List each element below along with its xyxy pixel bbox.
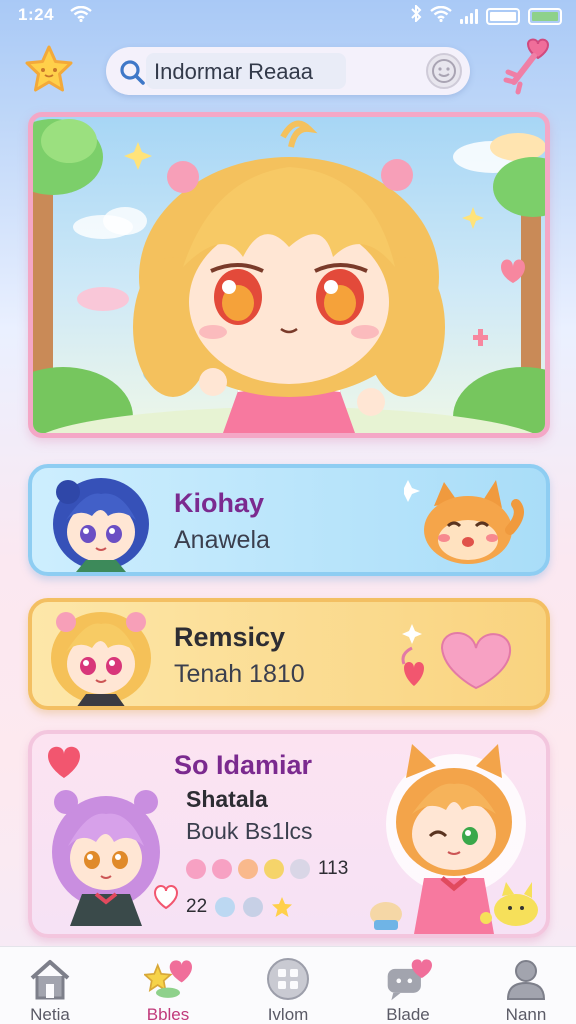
card-title: Kiohay <box>174 488 265 518</box>
nav-label: Netia <box>30 1005 70 1024</box>
emoji-stat-row: 113 <box>186 858 348 880</box>
signal-icon <box>460 8 478 24</box>
star-heart-icon <box>144 957 192 1001</box>
search-input[interactable] <box>154 59 434 85</box>
character-card-so-idamiar[interactable]: So Idamiar Shatala Bouk Bs1lcs 113 22 <box>28 730 550 938</box>
person-icon <box>502 957 550 1001</box>
nav-item-bbles[interactable]: Bbles <box>120 947 216 1024</box>
heart-hands-icon <box>401 624 512 690</box>
emoji-icon <box>264 859 284 879</box>
stat-count: 113 <box>318 858 349 879</box>
wifi-icon <box>430 5 452 27</box>
character-card-kiohay[interactable]: Kiohay Anawela <box>28 464 550 576</box>
stat-small: 22 <box>186 896 208 917</box>
nav-item-nann[interactable]: Nann <box>478 947 574 1024</box>
smiley-face-icon[interactable] <box>426 53 462 89</box>
stat-row-secondary: 22 <box>186 896 293 918</box>
heart-key-button[interactable] <box>498 38 554 96</box>
nav-label: Nann <box>505 1005 547 1024</box>
search-icon <box>118 58 146 91</box>
nav-item-ivlom[interactable]: Ivlom <box>240 947 336 1024</box>
star-icon <box>25 45 73 92</box>
gem-icon <box>243 897 264 917</box>
card-title: Remsicy <box>174 622 286 652</box>
card-title: So Idamiar <box>174 750 313 780</box>
emoji-icon <box>238 859 258 879</box>
home-icon <box>26 957 74 1001</box>
drop-icon <box>215 897 236 917</box>
emoji-icon <box>186 859 206 879</box>
fox-icon <box>404 480 524 564</box>
nav-label: Ivlom <box>267 1005 309 1024</box>
nav-item-netia[interactable]: Netia <box>2 947 98 1024</box>
chat-heart-icon <box>384 957 432 1001</box>
nav-label: Blade <box>386 1005 430 1024</box>
grid-icon <box>264 957 312 1001</box>
featured-character-card[interactable] <box>28 112 550 438</box>
emoji-icon <box>212 859 232 879</box>
status-time: 1:24 <box>18 5 55 24</box>
battery-icon <box>486 7 520 25</box>
bottom-navigation: Netia Bbles Ivlom Blade Nann <box>0 946 576 1024</box>
heart-outline-icon <box>153 885 179 910</box>
card-subtitle: Anawela <box>174 526 270 554</box>
character-avatar <box>51 612 151 706</box>
heart-icon <box>48 746 80 778</box>
nav-item-blade[interactable]: Blade <box>360 947 456 1024</box>
card-subtitle: Shatala <box>186 786 268 812</box>
card-subtitle: Tenah 1810 <box>174 660 305 688</box>
star-icon <box>272 897 293 917</box>
character-avatar <box>53 478 149 572</box>
heart-key-icon <box>503 38 550 95</box>
character-avatar <box>52 790 160 926</box>
nav-label: Bbles <box>146 1005 190 1024</box>
card-detail: Bouk Bs1lcs <box>186 818 313 844</box>
wifi-icon <box>70 5 92 27</box>
favorites-star-button[interactable] <box>22 42 76 96</box>
bluetooth-icon <box>410 3 422 27</box>
cat-girl-illustration <box>370 744 538 934</box>
emoji-icon <box>290 859 310 879</box>
status-bar: 1:24 <box>0 0 576 30</box>
battery-icon-secondary <box>528 7 562 25</box>
search-bar[interactable] <box>106 47 470 95</box>
featured-character-illustration <box>33 119 545 433</box>
character-card-remsicy[interactable]: Remsicy Tenah 1810 <box>28 598 550 710</box>
